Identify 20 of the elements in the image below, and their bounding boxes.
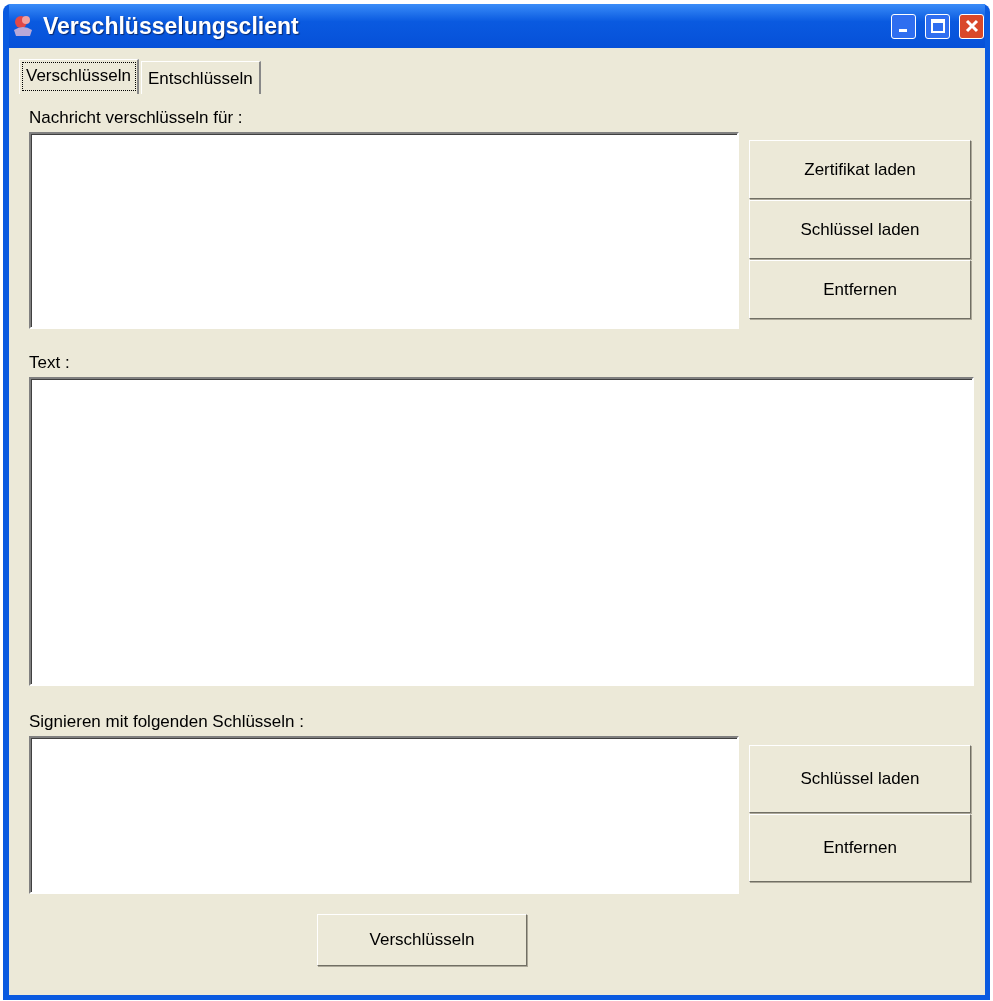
action-button[interactable]: Entfernen [749,814,971,882]
minimize-button[interactable] [891,13,916,39]
signers-list[interactable] [29,736,739,894]
window-title: Verschlüsselungsclient [43,12,300,40]
action-button[interactable]: Schlüssel laden [749,200,971,259]
tab[interactable]: Verschlüsseln [19,59,139,94]
field-label: Signieren mit folgenden Schlüsseln : [29,712,305,732]
encrypt-button[interactable]: Verschlüsseln [317,914,527,966]
minimize-icon [898,28,907,32]
maximize-icon [930,19,945,33]
field-label: Nachricht verschlüsseln für : [29,108,244,128]
action-button[interactable]: Zertifikat laden [749,140,971,199]
close-button[interactable] [959,13,984,39]
close-icon [964,19,979,33]
app-icon [11,14,35,38]
tab[interactable]: Entschlüsseln [140,61,261,94]
action-button[interactable]: Entfernen [749,260,971,319]
action-button[interactable]: Schlüssel laden [749,745,971,813]
field-label: Text : [29,353,71,373]
maximize-button[interactable] [925,13,950,39]
